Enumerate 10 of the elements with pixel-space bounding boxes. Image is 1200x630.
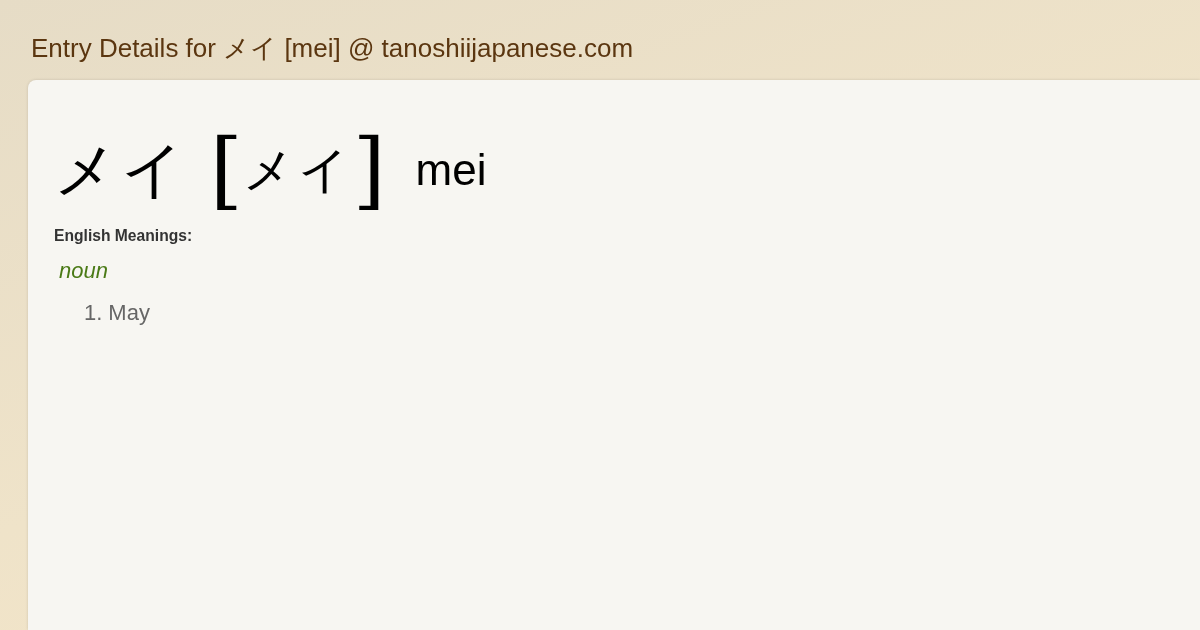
bracket-close: ] <box>352 128 386 212</box>
meaning-text: May <box>108 300 150 326</box>
meanings-label: English Meanings: <box>54 226 194 246</box>
bracket-open: [ <box>210 128 243 212</box>
page-title: Entry Details for メイ [mei] @ tanoshiijapanese.com <box>30 32 635 65</box>
romaji-reading: mei <box>415 145 487 195</box>
part-of-speech: noun <box>59 258 109 284</box>
japanese-word: メイ <box>54 132 188 208</box>
kana-reading: メイ <box>242 139 353 201</box>
meaning-number: 1. <box>84 300 103 326</box>
